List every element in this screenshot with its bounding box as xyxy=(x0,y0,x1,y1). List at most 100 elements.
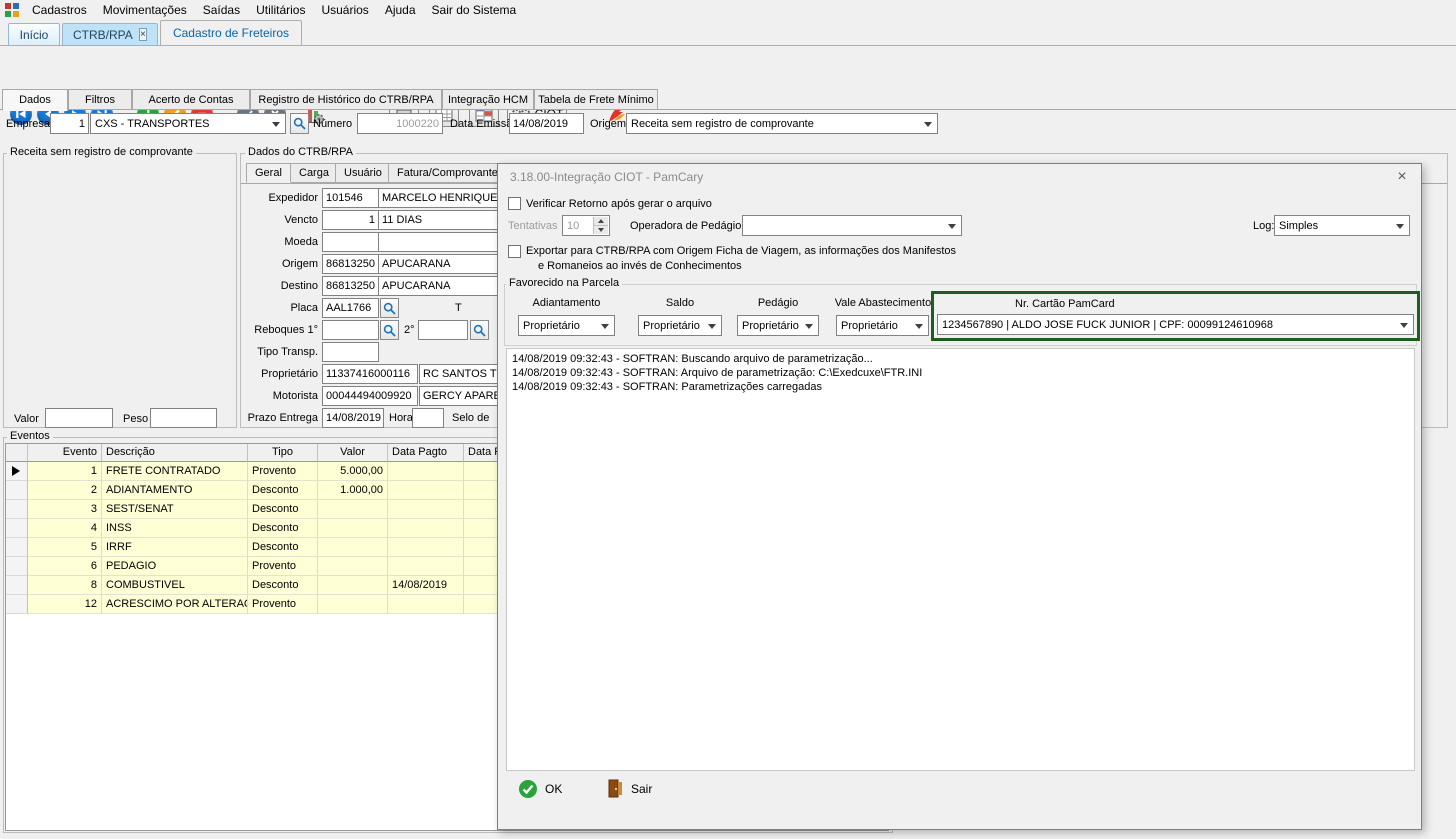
tab-cadastro-freteiros[interactable]: Cadastro de Freteiros xyxy=(160,20,302,45)
cell-tipo[interactable]: Desconto xyxy=(248,481,318,500)
exportar-checkbox[interactable] xyxy=(508,245,521,258)
cell-descricao[interactable]: PEDAGIO xyxy=(102,557,248,576)
cell-data-pagto[interactable] xyxy=(388,519,464,538)
prazo-entrega-field[interactable]: 14/08/2019 xyxy=(322,408,384,428)
grid-header-valor[interactable]: Valor xyxy=(318,444,388,462)
reboque2-field[interactable] xyxy=(418,320,468,340)
spin-down-icon[interactable] xyxy=(593,225,608,234)
cell-valor[interactable] xyxy=(318,576,388,595)
tab-carga[interactable]: Carga xyxy=(290,163,338,183)
menu-movimentacoes[interactable]: Movimentações xyxy=(95,0,195,20)
adiantamento-combo[interactable]: Proprietário xyxy=(518,315,615,336)
tab-integracao-hcm[interactable]: Integração HCM xyxy=(442,89,534,110)
exportar-label-line2[interactable]: e Romaneios ao invés de Conhecimentos xyxy=(538,259,742,273)
pamcard-combo[interactable]: 1234567890 | ALDO JOSE FUCK JUNIOR | CPF… xyxy=(937,314,1414,335)
menu-sair-do-sistema[interactable]: Sair do Sistema xyxy=(424,0,525,20)
cell-data-pagto[interactable] xyxy=(388,481,464,500)
tentativas-spinner[interactable]: 10 xyxy=(562,215,610,236)
grid-header-descricao[interactable]: Descrição xyxy=(102,444,248,462)
cell-valor[interactable]: 1.000,00 xyxy=(318,481,388,500)
cell-tipo[interactable]: Provento xyxy=(248,557,318,576)
menu-usuarios[interactable]: Usuários xyxy=(313,0,376,20)
log-memo[interactable]: 14/08/2019 09:32:43 - SOFTRAN: Buscando … xyxy=(506,348,1415,771)
saldo-combo[interactable]: Proprietário xyxy=(638,315,722,336)
proprietario-code-field[interactable]: 11337416000116 xyxy=(322,364,418,384)
tipo-transp-field[interactable] xyxy=(322,342,379,362)
close-icon[interactable]: × xyxy=(1393,168,1411,186)
destino-code-field[interactable]: 86813250 xyxy=(322,276,379,296)
verificar-retorno-checkbox[interactable] xyxy=(508,197,521,210)
cell-data-pagto[interactable] xyxy=(388,500,464,519)
cell-valor[interactable] xyxy=(318,500,388,519)
cell-descricao[interactable]: ACRESCIMO POR ALTERACAC xyxy=(102,595,248,614)
cell-evento[interactable]: 4 xyxy=(28,519,102,538)
exportar-label-line1[interactable]: Exportar para CTRB/RPA com Origem Ficha … xyxy=(526,244,956,258)
cell-valor[interactable]: 5.000,00 xyxy=(318,462,388,481)
cell-valor[interactable] xyxy=(318,538,388,557)
cell-valor[interactable] xyxy=(318,519,388,538)
log-combo[interactable]: Simples xyxy=(1274,215,1410,236)
tab-ctrb-rpa[interactable]: CTRB/RPA × xyxy=(62,23,158,45)
cell-evento[interactable]: 8 xyxy=(28,576,102,595)
cell-tipo[interactable]: Desconto xyxy=(248,500,318,519)
menu-cadastros[interactable]: Cadastros xyxy=(24,0,95,20)
vencto-code-field[interactable]: 1 xyxy=(322,210,379,230)
moeda-code-field[interactable] xyxy=(322,232,379,252)
placa-search-button[interactable] xyxy=(380,298,399,318)
tab-registro-historico[interactable]: Registro de Histórico do CTRB/RPA xyxy=(250,89,442,110)
tab-fatura-comprovante[interactable]: Fatura/Comprovante xyxy=(388,163,507,183)
cell-evento[interactable]: 3 xyxy=(28,500,102,519)
tab-usuario[interactable]: Usuário xyxy=(335,163,391,183)
cell-valor[interactable] xyxy=(318,557,388,576)
hora-field[interactable] xyxy=(412,408,444,428)
sair-button[interactable]: Sair xyxy=(608,779,652,798)
cell-evento[interactable]: 1 xyxy=(28,462,102,481)
cell-descricao[interactable]: IRRF xyxy=(102,538,248,557)
reboque1-field[interactable] xyxy=(322,320,379,340)
origem-combo[interactable]: Receita sem registro de comprovante xyxy=(626,113,938,134)
grid-header-evento[interactable]: Evento xyxy=(28,444,102,462)
cell-evento[interactable]: 2 xyxy=(28,481,102,500)
peso-field[interactable] xyxy=(150,408,217,428)
cell-descricao[interactable]: COMBUSTIVEL xyxy=(102,576,248,595)
ctrb-origem-code-field[interactable]: 86813250 xyxy=(322,254,379,274)
cell-tipo[interactable]: Desconto xyxy=(248,538,318,557)
empresa-combo[interactable]: CXS - TRANSPORTES xyxy=(90,113,286,134)
tab-filtros[interactable]: Filtros xyxy=(68,89,132,110)
tab-geral[interactable]: Geral xyxy=(246,163,291,183)
operadora-combo[interactable] xyxy=(742,215,962,236)
cell-valor[interactable] xyxy=(318,595,388,614)
pedagio-combo[interactable]: Proprietário xyxy=(737,315,819,336)
numero-field[interactable]: 1000220 xyxy=(357,113,443,134)
cell-data-pagto[interactable] xyxy=(388,557,464,576)
vale-abastecimento-combo[interactable]: Proprietário xyxy=(836,315,929,336)
cell-tipo[interactable]: Desconto xyxy=(248,576,318,595)
motorista-code-field[interactable]: 00044494009920 xyxy=(322,386,418,406)
cell-data-pagto[interactable] xyxy=(388,462,464,481)
spin-up-icon[interactable] xyxy=(593,217,608,225)
empresa-code-field[interactable]: 1 xyxy=(50,113,89,134)
cell-descricao[interactable]: INSS xyxy=(102,519,248,538)
menu-saidas[interactable]: Saídas xyxy=(195,0,248,20)
tab-acerto-de-contas[interactable]: Acerto de Contas xyxy=(132,89,250,110)
verificar-retorno-label[interactable]: Verificar Retorno após gerar o arquivo xyxy=(526,197,712,211)
valor-field[interactable] xyxy=(45,408,113,428)
grid-header-tipo[interactable]: Tipo xyxy=(248,444,318,462)
cell-descricao[interactable]: ADIANTAMENTO xyxy=(102,481,248,500)
grid-header-data-pagto[interactable]: Data Pagto xyxy=(388,444,464,462)
cell-data-pagto[interactable] xyxy=(388,595,464,614)
reboque1-search-button[interactable] xyxy=(380,320,399,340)
placa-field[interactable]: AAL1766 xyxy=(322,298,379,318)
menu-utilitarios[interactable]: Utilitários xyxy=(248,0,313,20)
cell-descricao[interactable]: SEST/SENAT xyxy=(102,500,248,519)
menu-ajuda[interactable]: Ajuda xyxy=(377,0,424,20)
close-icon[interactable]: × xyxy=(139,28,147,41)
cell-evento[interactable]: 12 xyxy=(28,595,102,614)
tab-tabela-frete-minimo[interactable]: Tabela de Frete Mínimo xyxy=(534,89,658,110)
cell-evento[interactable]: 6 xyxy=(28,557,102,576)
data-emissao-field[interactable]: 14/08/2019 xyxy=(509,113,584,134)
tab-dados[interactable]: Dados xyxy=(2,89,68,111)
cell-data-pagto[interactable]: 14/08/2019 xyxy=(388,576,464,595)
reboque2-search-button[interactable] xyxy=(470,320,489,340)
empresa-search-button[interactable] xyxy=(290,113,309,134)
